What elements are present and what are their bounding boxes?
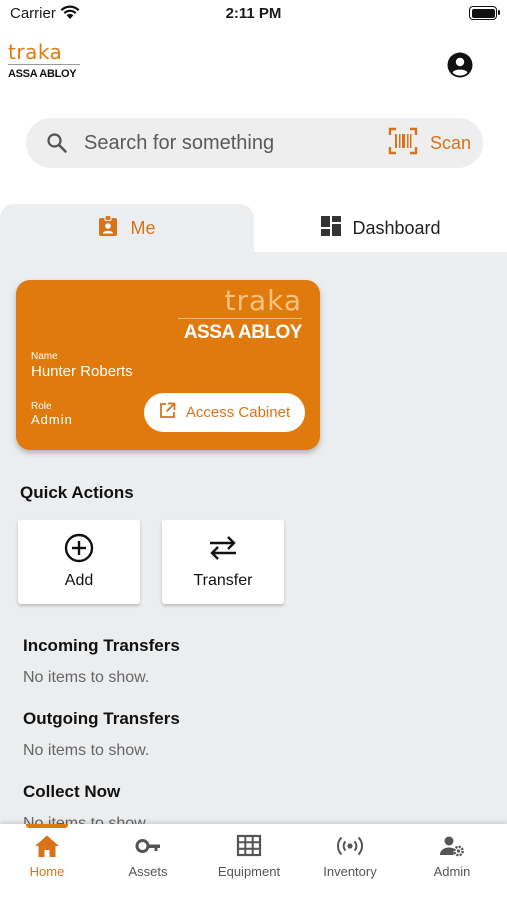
- nav-equipment[interactable]: Equipment: [199, 834, 299, 890]
- incoming-empty: No items to show.: [23, 669, 150, 686]
- rfid-icon: [337, 836, 363, 856]
- card-logo: traka ASSA ABLOY: [178, 284, 303, 344]
- tab-me-label: Me: [130, 218, 156, 238]
- bottom-nav: Home Assets Equipment Inventory Admin: [0, 824, 507, 900]
- user-role: Admin: [31, 412, 73, 427]
- add-button[interactable]: Add: [18, 520, 140, 604]
- card-brand: traka: [224, 284, 302, 317]
- logo-sub: ASSA ABLOY: [8, 68, 77, 80]
- incoming-transfers-title: Incoming Transfers: [23, 636, 180, 655]
- transfer-label: Transfer: [193, 572, 253, 589]
- add-label: Add: [64, 572, 94, 589]
- account-circle-icon[interactable]: [447, 52, 473, 78]
- nav-inventory[interactable]: Inventory: [300, 834, 400, 890]
- status-bar: Carrier 2:11 PM: [0, 0, 507, 28]
- logo-brand: traka: [8, 40, 63, 64]
- search-input[interactable]: [84, 128, 374, 158]
- nav-active-indicator: [26, 824, 68, 828]
- badge-icon: [98, 214, 118, 242]
- search-bar[interactable]: Scan: [26, 118, 483, 168]
- tab-dashboard[interactable]: Dashboard: [254, 204, 507, 252]
- search-icon: [46, 132, 68, 159]
- outgoing-transfers-title: Outgoing Transfers: [23, 709, 180, 728]
- open-external-icon: [159, 402, 176, 424]
- access-cabinet-button[interactable]: Access Cabinet: [144, 393, 305, 432]
- collect-now-empty: No items to show.: [23, 815, 150, 824]
- nav-assets-label: Assets: [128, 864, 168, 879]
- scan-button[interactable]: Scan: [388, 127, 472, 160]
- tab-dashboard-label: Dashboard: [352, 217, 441, 238]
- user-id-card: traka ASSA ABLOY Name Hunter Roberts Rol…: [16, 280, 320, 450]
- nav-admin-label: Admin: [433, 864, 471, 879]
- traka-logo: traka ASSA ABLOY: [8, 42, 84, 86]
- add-circle-icon: [64, 533, 94, 563]
- clock: 2:11 PM: [225, 5, 282, 22]
- quick-actions-title: Quick Actions: [20, 483, 134, 502]
- name-label: Name: [31, 351, 58, 362]
- transfer-button[interactable]: Transfer: [162, 520, 284, 604]
- user-name: Hunter Roberts: [31, 363, 133, 380]
- key-icon: [135, 839, 160, 853]
- barcode-scan-icon: [388, 127, 418, 160]
- role-label: Role: [31, 401, 52, 412]
- nav-inventory-label: Inventory: [323, 864, 377, 879]
- transfer-arrows-icon: [210, 536, 236, 560]
- grid-icon: [236, 834, 262, 857]
- nav-home[interactable]: Home: [0, 834, 97, 890]
- nav-admin[interactable]: Admin: [402, 834, 502, 890]
- collect-now-title: Collect Now: [23, 782, 121, 801]
- home-icon: [35, 835, 59, 857]
- dashboard-icon: [320, 215, 342, 242]
- card-brand-sub: ASSA ABLOY: [183, 322, 303, 343]
- access-cabinet-label: Access Cabinet: [185, 404, 291, 421]
- admin-settings-icon: [440, 836, 464, 857]
- outgoing-empty: No items to show.: [23, 742, 150, 759]
- nav-equipment-label: Equipment: [217, 864, 281, 879]
- nav-assets[interactable]: Assets: [98, 834, 198, 890]
- battery-icon: [469, 6, 500, 20]
- me-content[interactable]: traka ASSA ABLOY Name Hunter Roberts Rol…: [0, 252, 507, 824]
- nav-home-label: Home: [29, 864, 65, 879]
- scan-label: Scan: [430, 132, 472, 153]
- tab-me[interactable]: Me: [0, 204, 254, 253]
